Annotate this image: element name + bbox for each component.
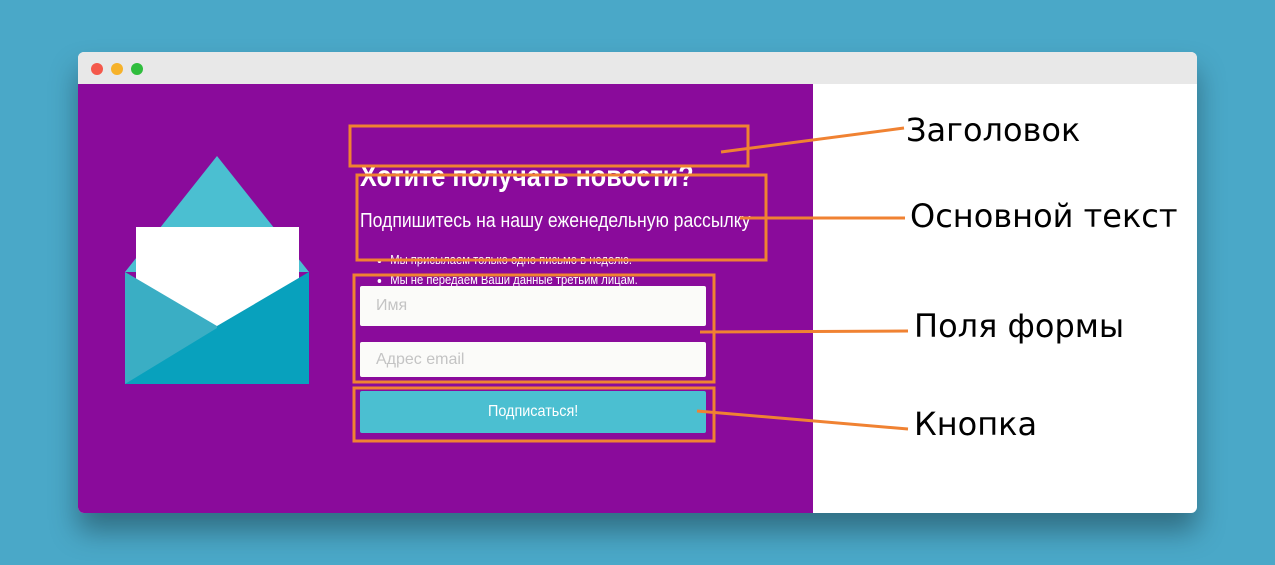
name-input[interactable]: [360, 286, 706, 326]
browser-window: Хотите получать новости? Подпишитесь на …: [78, 52, 1197, 513]
close-dot-icon[interactable]: [91, 63, 103, 75]
envelope-icon: [125, 156, 309, 384]
minimize-dot-icon[interactable]: [111, 63, 123, 75]
maximize-dot-icon[interactable]: [131, 63, 143, 75]
subscribe-button[interactable]: Подписаться!: [360, 391, 706, 433]
subscription-panel: Хотите получать новости? Подпишитесь на …: [78, 84, 813, 513]
email-input[interactable]: [360, 342, 706, 377]
benefit-item: Мы присылаем только одно письмо в неделю…: [390, 250, 637, 270]
benefit-list: Мы присылаем только одно письмо в неделю…: [374, 250, 637, 290]
subheading: Подпишитесь на нашу еженедельную рассылк…: [360, 210, 751, 232]
title-bar: [78, 52, 1197, 84]
subscribe-button-label: Подписаться!: [487, 403, 579, 420]
headline: Хотите получать новости?: [360, 160, 694, 193]
